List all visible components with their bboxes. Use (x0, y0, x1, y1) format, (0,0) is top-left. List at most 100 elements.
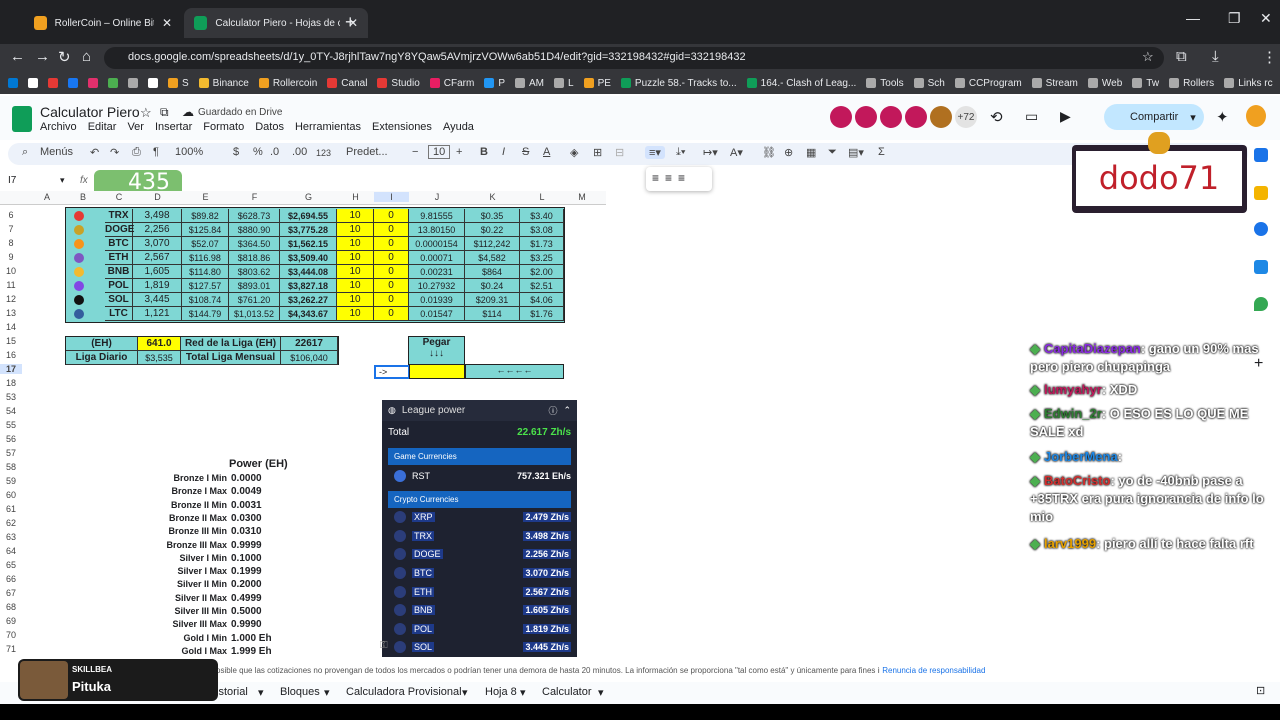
filter-views-icon[interactable]: ▤▾ (848, 146, 864, 159)
column-header-c[interactable]: C (105, 192, 133, 202)
bookmark-item[interactable]: Sch (913, 78, 945, 89)
browser-tab-rollercoin[interactable]: RollerCoin – Online Bitcoin Mini ✕ (24, 8, 182, 38)
name-box[interactable]: I7 (8, 175, 16, 186)
disclaimer-link[interactable]: Renuncia de responsabilidad (882, 666, 985, 675)
menu-extensiones[interactable]: Extensiones (372, 121, 432, 133)
bold-icon[interactable]: B (480, 146, 488, 158)
currency-format[interactable]: $ (233, 146, 239, 158)
row-header[interactable]: 12 (0, 294, 22, 304)
menu-editar[interactable]: Editar (88, 121, 117, 133)
row-header[interactable]: 9 (0, 252, 22, 262)
paste-box[interactable]: Pegar ↓↓↓ (408, 336, 465, 365)
browser-tab-sheets[interactable]: Calculator Piero - Hojas de cálc✕ (184, 8, 368, 38)
table-cell[interactable]: 0 (374, 237, 409, 251)
bookmark-item[interactable]: S (168, 78, 189, 89)
bookmark-item[interactable]: Links rc (1224, 78, 1273, 89)
close-tab-icon[interactable]: ✕ (162, 16, 172, 30)
avatar[interactable] (880, 106, 902, 128)
align-center-icon[interactable]: ≡ (665, 171, 678, 185)
row-header[interactable]: 65 (0, 560, 22, 570)
column-header-i[interactable]: I (374, 192, 409, 202)
row-header[interactable]: 18 (0, 378, 22, 388)
bookmark-item[interactable]: Studio (377, 78, 420, 89)
row-header[interactable]: 60 (0, 490, 22, 500)
bookmark-item[interactable]: CCProgram (954, 78, 1022, 89)
chevron-down-icon[interactable]: ▾ (60, 175, 65, 186)
menus-search[interactable]: Menús (40, 146, 73, 158)
avatar-count[interactable]: +72 (955, 106, 977, 128)
row-header[interactable]: 66 (0, 574, 22, 584)
menu-insertar[interactable]: Insertar (155, 121, 192, 133)
bookmark-item[interactable]: Web (1087, 78, 1122, 89)
url-field[interactable]: docs.google.com/spreadsheets/d/1y_0TY-J8… (104, 47, 1164, 69)
font-select[interactable]: Predet... (346, 146, 388, 158)
bookmark-item[interactable]: Rollers (1169, 78, 1214, 89)
gemini-icon[interactable]: ✦ (1216, 108, 1229, 126)
link-icon[interactable]: ⛓ (762, 146, 776, 159)
table-cell[interactable]: 10 (337, 223, 374, 237)
row-header[interactable]: 14 (0, 322, 22, 332)
italic-icon[interactable]: I (502, 146, 505, 158)
chevron-down-icon[interactable]: ▾ (462, 686, 468, 699)
vertical-align-icon[interactable]: ⤓▾ (676, 146, 685, 159)
red-value[interactable]: 22617 (281, 337, 338, 351)
selected-cell[interactable]: -> (374, 365, 410, 379)
meet-icon[interactable]: ▶ (1060, 108, 1071, 125)
sheet-tab-hoja-8[interactable]: Hoja 8 (485, 686, 517, 698)
zoom-select[interactable]: 100% (175, 146, 203, 158)
contacts-icon[interactable] (1254, 260, 1268, 274)
table-cell[interactable]: 10 (337, 251, 374, 265)
bookmark-item[interactable]: Binance (198, 78, 249, 89)
table-cell[interactable]: 10 (337, 237, 374, 251)
menu-herramientas[interactable]: Herramientas (295, 121, 361, 133)
bookmark-item[interactable]: Stream (1031, 78, 1078, 89)
bookmark-item[interactable]: CFarm (429, 78, 474, 89)
sheet-tab-calculator[interactable]: Calculator (542, 686, 592, 698)
extensions-icon[interactable]: ⧉ (1176, 48, 1187, 65)
keep-icon[interactable] (1254, 186, 1268, 200)
paint-format-icon[interactable]: ¶ (153, 146, 159, 158)
avatar[interactable] (905, 106, 927, 128)
align-right-icon[interactable]: ≡ (678, 171, 691, 185)
percent-format[interactable]: % (253, 146, 263, 158)
bookmark-item[interactable]: 164.- Clash of Leag... (746, 78, 856, 89)
tasks-icon[interactable] (1254, 222, 1268, 236)
font-size-input[interactable]: 10 (428, 145, 451, 159)
menu-archivo[interactable]: Archivo (40, 121, 77, 133)
star-icon[interactable]: ☆ (140, 105, 152, 121)
chevron-down-icon[interactable]: ▾ (520, 686, 526, 699)
row-header[interactable]: 67 (0, 588, 22, 598)
strikethrough-icon[interactable]: S (522, 146, 529, 158)
row-header[interactable]: 61 (0, 504, 22, 514)
bookmark-icon[interactable] (88, 78, 98, 88)
table-cell[interactable]: 0 (374, 223, 409, 237)
row-header[interactable]: 58 (0, 462, 22, 472)
bookmark-item[interactable]: P (484, 78, 505, 89)
row-header[interactable]: 13 (0, 308, 22, 318)
download-icon[interactable]: ⤓ (1212, 48, 1219, 65)
bookmark-icon[interactable] (148, 78, 158, 88)
row-header[interactable]: 15 (0, 336, 22, 346)
chevron-down-icon[interactable]: ▾ (324, 686, 330, 699)
avatar[interactable] (830, 106, 852, 128)
filter-icon[interactable]: ⏷ (828, 146, 837, 159)
row-header[interactable]: 7 (0, 224, 22, 234)
text-wrap-icon[interactable]: ↦▾ (703, 146, 718, 159)
redo-icon[interactable]: ↷ (110, 146, 119, 159)
eh-value[interactable]: 641.0 (138, 337, 181, 351)
column-header-k[interactable]: K (465, 192, 520, 202)
bookmark-item[interactable]: Tools (866, 78, 904, 89)
menu-ver[interactable]: Ver (127, 121, 144, 133)
table-cell[interactable]: 0 (374, 307, 409, 321)
column-header-j[interactable]: J (409, 192, 465, 202)
sheet-tab-bloques[interactable]: Bloques (280, 686, 320, 698)
calendar-icon[interactable] (1254, 148, 1268, 162)
share-button[interactable]: Compartir ▾ (1104, 104, 1204, 130)
avatar[interactable] (855, 106, 877, 128)
sheet-tab-historial[interactable]: istorial (216, 686, 248, 698)
table-cell[interactable]: 10 (337, 293, 374, 307)
avatar[interactable] (930, 106, 952, 128)
explore-icon[interactable]: ⊡ (1256, 684, 1265, 697)
back-icon[interactable]: ← (10, 48, 25, 65)
forward-icon[interactable]: → (35, 48, 50, 65)
